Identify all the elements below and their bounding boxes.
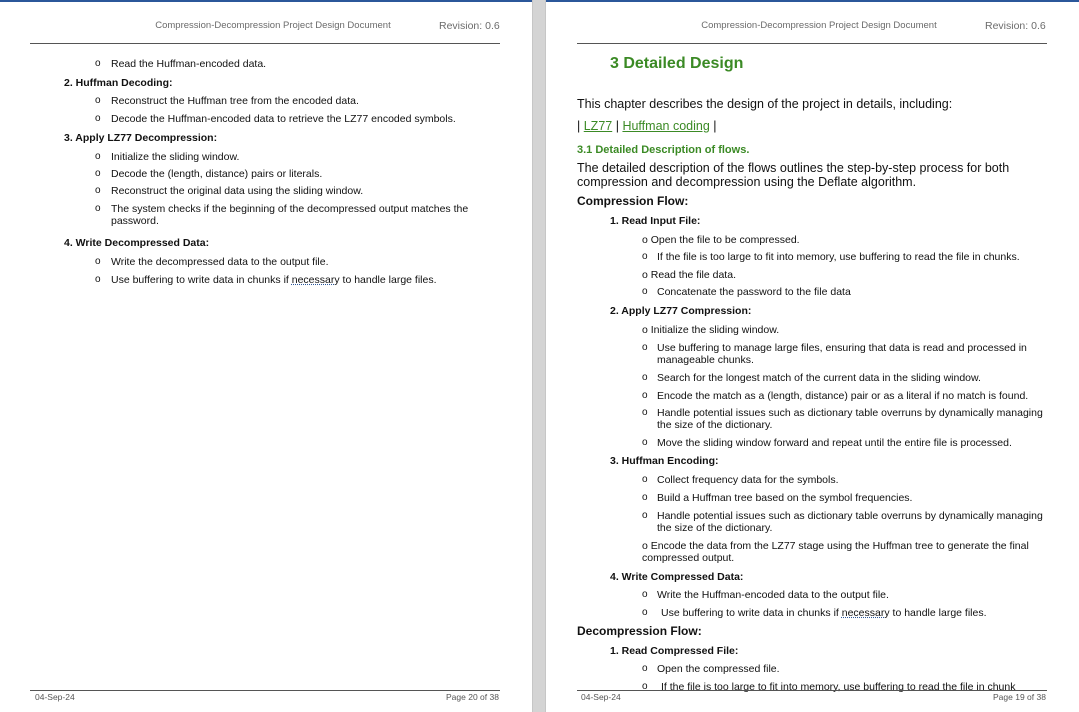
list-item: Encode the match as a (length, distance)… — [657, 390, 1029, 402]
bullet-icon: o — [642, 681, 648, 692]
header-rule — [30, 43, 500, 44]
footer-page-number: Page 20 of 38 — [446, 692, 499, 702]
list-item: The system checks if the beginning of th… — [111, 203, 469, 227]
bullet-icon: o — [95, 274, 101, 285]
bullet-icon: o — [642, 589, 648, 600]
spellcheck-word[interactable]: necessary — [292, 274, 340, 286]
document-page-left[interactable]: Compression-Decompression Project Design… — [0, 2, 532, 712]
list-item: Read the Huffman-encoded data. — [111, 58, 267, 70]
chapter-heading: 3 Detailed Design — [610, 55, 744, 72]
step-heading: 2. Apply LZ77 Compression: — [610, 305, 752, 317]
footer-date: 04-Sep-24 — [581, 692, 621, 702]
list-item: Collect frequency data for the symbols. — [657, 474, 839, 486]
bullet-icon: o — [642, 342, 648, 353]
bullet-icon: o — [642, 390, 648, 401]
compression-flow-heading: Compression Flow: — [577, 194, 689, 208]
bullet-icon: o — [95, 113, 101, 124]
footer-rule — [577, 690, 1047, 691]
spellcheck-word[interactable]: necessary — [842, 607, 890, 619]
list-item: If the file is too large to fit into mem… — [657, 251, 1020, 263]
list-item-continuation: compressed output. — [642, 552, 735, 564]
list-item: Handle potential issues such as dictiona… — [657, 407, 1043, 419]
list-item: Reconstruct the Huffman tree from the en… — [111, 95, 359, 107]
list-item: o Initialize the sliding window. — [642, 324, 780, 336]
section-heading: 3.1 Detailed Description of flows. — [577, 144, 750, 156]
section-heading: 2. Huffman Decoding: — [64, 77, 173, 89]
bullet-icon: o — [95, 151, 101, 162]
list-item: Handle potential issues such as dictiona… — [657, 510, 1043, 522]
section-heading: 4. Write Decompressed Data: — [64, 237, 210, 249]
list-item: o Open the file to be compressed. — [642, 234, 800, 246]
bullet-icon: o — [95, 185, 101, 196]
bullet-icon: o — [642, 286, 648, 297]
list-item: Decode the Huffman-encoded data to retri… — [111, 113, 456, 125]
bullet-icon: o — [642, 407, 648, 418]
step-heading: 1. Read Compressed File: — [610, 645, 739, 657]
footer-rule — [30, 690, 500, 691]
bullet-icon: o — [642, 607, 648, 618]
bullet-icon: o — [95, 203, 101, 214]
list-item: If the file is too large to fit into mem… — [661, 681, 1016, 693]
document-page-right[interactable]: Compression-Decompression Project Design… — [546, 2, 1079, 712]
step-heading: 1. Read Input File: — [610, 215, 701, 227]
list-item: Use buffering to write data in chunks if… — [661, 607, 987, 619]
header-title: Compression-Decompression Project Design… — [701, 20, 937, 31]
header-revision: Revision: 0.6 — [985, 20, 1046, 32]
list-item-continuation: the size of the dictionary. — [657, 522, 773, 534]
list-item: Search for the longest match of the curr… — [657, 372, 981, 384]
header-title: Compression-Decompression Project Design… — [155, 20, 391, 31]
list-item: Reconstruct the original data using the … — [111, 185, 364, 197]
bullet-icon: o — [642, 437, 648, 448]
bullet-icon: o — [642, 474, 648, 485]
footer-date: 04-Sep-24 — [35, 692, 75, 702]
list-item: Build a Huffman tree based on the symbol… — [657, 492, 913, 504]
list-item-continuation: the size of the dictionary. — [657, 419, 773, 431]
bullet-icon: o — [95, 58, 101, 69]
list-item: Use buffering to manage large files, ens… — [657, 342, 1027, 354]
intro-text: This chapter describes the design of the… — [577, 97, 953, 111]
list-item: Initialize the sliding window. — [111, 151, 240, 163]
bullet-icon: o — [642, 510, 648, 521]
list-item: Concatenate the password to the file dat… — [657, 286, 851, 298]
list-item: Write the Huffman-encoded data to the ou… — [657, 589, 889, 601]
bullet-icon: o — [642, 492, 648, 503]
step-heading: 3. Huffman Encoding: — [610, 455, 719, 467]
section-heading: 3. Apply LZ77 Decompression: — [64, 132, 218, 144]
bullet-icon: o — [95, 256, 101, 267]
link-huffman-coding[interactable]: Huffman coding — [622, 119, 709, 133]
bullet-icon: o — [642, 663, 648, 674]
list-item: Use buffering to write data in chunks if… — [111, 274, 437, 286]
footer-page-number: Page 19 of 38 — [993, 692, 1046, 702]
list-item: o Encode the data from the LZ77 stage us… — [642, 540, 1029, 552]
list-item-continuation: manageable chunks. — [657, 354, 754, 366]
list-item: Move the sliding window forward and repe… — [657, 437, 1012, 449]
bullet-icon: o — [95, 95, 101, 106]
header-rule — [577, 43, 1047, 44]
page-gutter — [532, 0, 546, 712]
link-lz77[interactable]: LZ77 — [584, 119, 613, 133]
bullet-icon: o — [642, 372, 648, 383]
bullet-icon: o — [642, 251, 648, 262]
decompression-flow-heading: Decompression Flow: — [577, 624, 702, 638]
link-row: | LZ77 | Huffman coding | — [577, 119, 717, 133]
list-item: Decode the (length, distance) pairs or l… — [111, 168, 323, 180]
description-line: The detailed description of the flows ou… — [577, 161, 1010, 175]
step-heading: 4. Write Compressed Data: — [610, 571, 744, 583]
header-revision: Revision: 0.6 — [439, 20, 500, 32]
list-item: o Read the file data. — [642, 269, 736, 281]
description-line: compression and decompression using the … — [577, 175, 917, 189]
list-item: Write the decompressed data to the outpu… — [111, 256, 329, 268]
bullet-icon: o — [95, 168, 101, 179]
list-item: Open the compressed file. — [657, 663, 780, 675]
